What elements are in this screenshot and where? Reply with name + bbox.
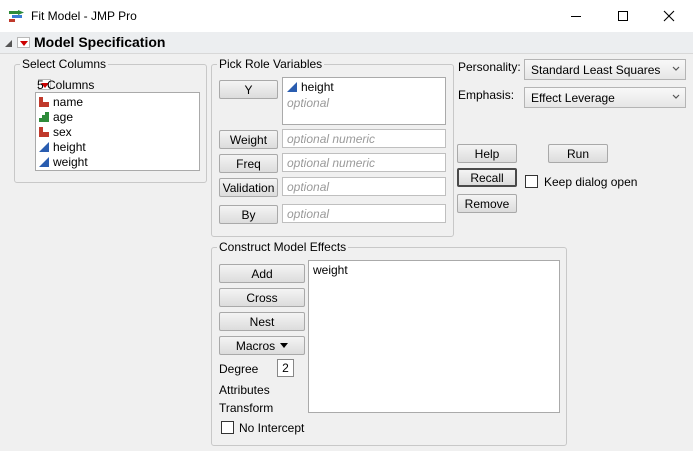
nominal-icon [39, 96, 49, 107]
column-name: weight [53, 154, 88, 169]
continuous-icon [287, 81, 297, 92]
columns-count: 5 Columns [37, 78, 95, 92]
cross-button[interactable]: Cross [219, 288, 305, 307]
role-weight-field[interactable]: optional numeric [282, 129, 446, 148]
role-freq-button[interactable]: Freq [219, 154, 278, 173]
model-spec-menu-icon[interactable] [17, 37, 30, 48]
attributes-label: Attributes [219, 383, 270, 397]
personality-value: Standard Least Squares [531, 63, 661, 77]
transform-label: Transform [219, 401, 274, 415]
role-y-button[interactable]: Y [219, 80, 278, 99]
window-title: Fit Model - JMP Pro [31, 9, 137, 23]
personality-label: Personality: [458, 60, 521, 74]
personality-select[interactable]: Standard Least Squares [524, 59, 686, 80]
macros-button[interactable]: Macros [219, 336, 305, 355]
no-intercept-label: No Intercept [239, 421, 305, 435]
no-intercept-checkbox[interactable] [221, 421, 234, 434]
maximize-icon [618, 11, 628, 21]
list-item[interactable]: weight [38, 154, 88, 169]
model-effects-list[interactable]: weight [308, 260, 560, 413]
ordinal-icon [39, 111, 49, 122]
continuous-icon [39, 156, 49, 167]
degree-label: Degree [219, 362, 259, 376]
macros-label: Macros [235, 338, 276, 353]
close-window-button[interactable] [646, 0, 692, 32]
column-name: age [53, 109, 74, 124]
collapse-disclosure-icon[interactable] [4, 38, 14, 48]
emphasis-select[interactable]: Effect Leverage [524, 87, 686, 108]
degree-input[interactable]: 2 [277, 359, 294, 377]
list-item[interactable]: weight [313, 263, 348, 277]
pick-role-legend: Pick Role Variables [219, 57, 323, 71]
columns-list[interactable]: name age sex height weight [35, 92, 200, 171]
nest-button[interactable]: Nest [219, 312, 305, 331]
maximize-button[interactable] [600, 0, 646, 32]
select-columns-legend: Select Columns [22, 57, 107, 71]
minimize-icon [571, 16, 581, 17]
remove-button[interactable]: Remove [457, 194, 517, 213]
minimize-button[interactable] [553, 0, 599, 32]
list-item[interactable]: height [38, 139, 86, 154]
column-name: sex [53, 124, 72, 139]
page-title: Model Specification [34, 34, 166, 50]
keep-open-label: Keep dialog open [544, 175, 638, 189]
role-y-list[interactable]: height optional [282, 77, 446, 125]
chevron-down-icon [672, 94, 680, 99]
run-button[interactable]: Run [548, 144, 608, 163]
app-icon [9, 9, 25, 23]
keep-open-checkbox[interactable] [525, 175, 538, 188]
chevron-down-icon [672, 66, 680, 71]
column-name: name [53, 94, 84, 109]
close-icon [663, 10, 675, 22]
add-button[interactable]: Add [219, 264, 305, 283]
column-name: height [53, 139, 86, 154]
construct-effects-legend: Construct Model Effects [219, 240, 347, 254]
role-y-placeholder: optional [287, 96, 330, 110]
list-item[interactable]: height [286, 79, 334, 94]
role-by-button[interactable]: By [219, 205, 278, 224]
role-validation-button[interactable]: Validation [219, 178, 278, 197]
list-item[interactable]: sex [38, 124, 72, 139]
role-freq-field[interactable]: optional numeric [282, 153, 446, 172]
list-item[interactable]: name [38, 94, 83, 109]
recall-button[interactable]: Recall [457, 168, 517, 187]
emphasis-value: Effect Leverage [531, 91, 615, 105]
caret-down-icon [280, 342, 289, 348]
role-validation-field[interactable]: optional [282, 177, 446, 196]
nominal-icon [39, 126, 49, 137]
role-y-value: height [301, 79, 334, 94]
help-button[interactable]: Help [457, 144, 517, 163]
list-item[interactable]: age [38, 109, 73, 124]
role-weight-button[interactable]: Weight [219, 130, 278, 149]
continuous-icon [39, 141, 49, 152]
emphasis-label: Emphasis: [458, 88, 515, 102]
role-by-field[interactable]: optional [282, 204, 446, 223]
